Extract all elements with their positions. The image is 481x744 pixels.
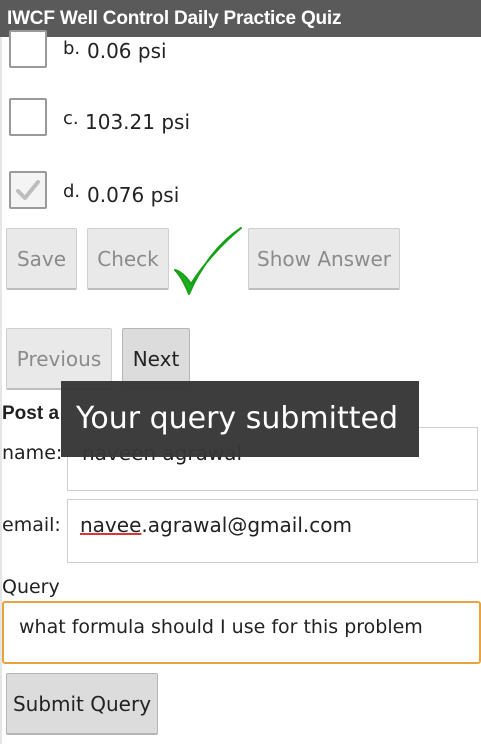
option-b-letter: b. (63, 38, 81, 59)
option-c-checkbox[interactable] (9, 98, 47, 136)
show-answer-button[interactable]: Show Answer (248, 228, 400, 290)
query-input-value: what formula should I use for this probl… (19, 616, 423, 638)
green-checkmark-icon (174, 227, 242, 295)
option-d-text: 0.076 psi (87, 183, 180, 207)
option-c-letter: c. (63, 108, 79, 129)
option-b-checkbox[interactable] (9, 30, 47, 68)
query-input[interactable]: what formula should I use for this probl… (2, 601, 481, 664)
email-value-rest: .agrawal@gmail.com (141, 513, 352, 537)
query-label: Query (2, 576, 60, 598)
app-title-bar: IWCF Well Control Daily Practice Quiz (0, 0, 481, 37)
option-d-checkbox[interactable] (9, 171, 47, 209)
checkbox-check-icon (16, 180, 40, 200)
check-button[interactable]: Check (87, 228, 169, 290)
email-misspelled-part: navee (80, 513, 142, 537)
name-label: name: (2, 442, 63, 464)
option-d-letter: d. (63, 181, 81, 202)
option-b-text: 0.06 psi (87, 39, 167, 63)
submit-query-button[interactable]: Submit Query (6, 673, 158, 735)
toast-message: Your query submitted (61, 381, 419, 457)
save-button[interactable]: Save (6, 228, 77, 290)
post-query-heading: Post a (2, 403, 60, 424)
email-input[interactable]: navee.agrawal@gmail.com (67, 499, 478, 563)
app-title: IWCF Well Control Daily Practice Quiz (7, 8, 342, 29)
email-label: email: (2, 514, 61, 536)
option-c-text: 103.21 psi (85, 110, 191, 134)
